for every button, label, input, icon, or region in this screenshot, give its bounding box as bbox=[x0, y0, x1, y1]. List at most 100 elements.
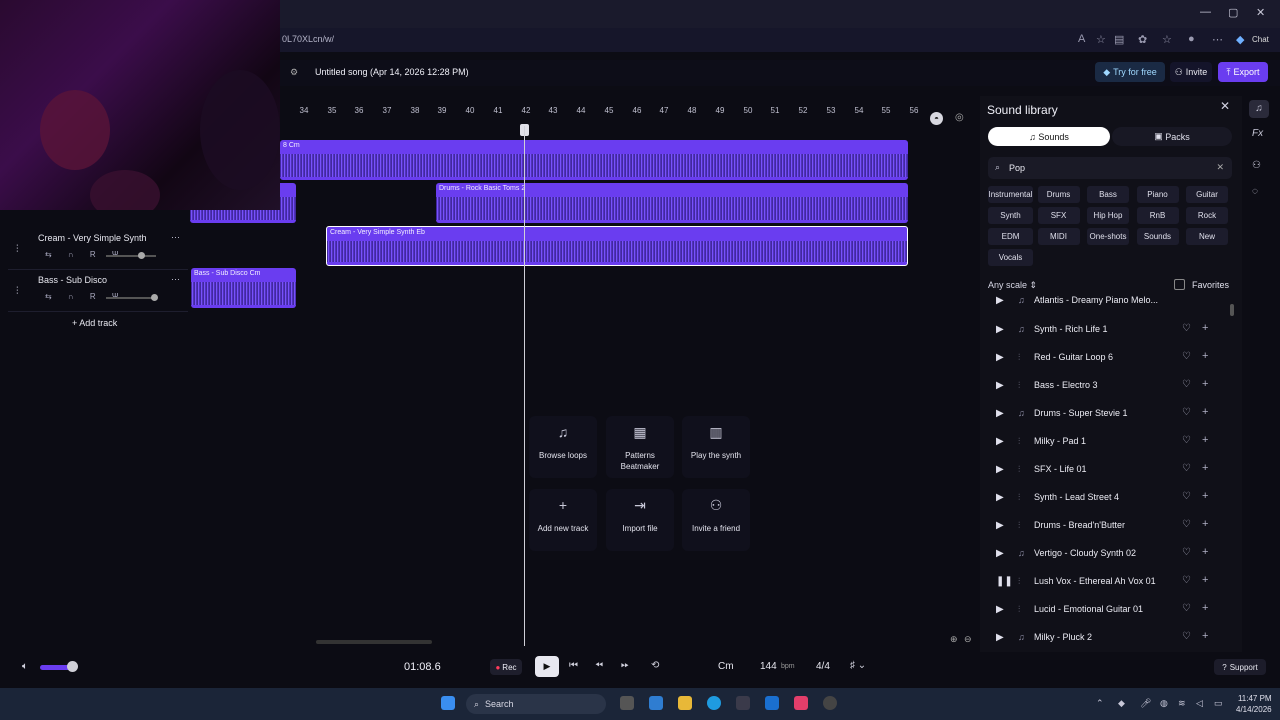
timeline-ruler[interactable]: 34 35 36 37 38 39 40 41 42 43 44 45 46 47 48 49 50 51 52 53… bbox=[280, 106, 970, 126]
tuner-icon[interactable]: ♯ ⌄ bbox=[850, 660, 866, 671]
list-item[interactable]: ▶ ♫ Atlantis - Dreamy Piano Melo... bbox=[988, 294, 1218, 308]
playhead[interactable] bbox=[524, 126, 525, 646]
taskbar-clock[interactable]: 11:47 PM 4/14/2026 bbox=[1236, 693, 1272, 715]
heart-icon[interactable]: ♡ bbox=[1182, 323, 1191, 334]
add-icon[interactable]: + bbox=[1202, 490, 1208, 502]
genre-chip[interactable]: Rock bbox=[1186, 207, 1228, 224]
add-icon[interactable]: + bbox=[1202, 574, 1208, 586]
start-menu-icon[interactable] bbox=[441, 696, 455, 710]
genre-chip[interactable]: Hip Hop bbox=[1087, 207, 1129, 224]
quick-action-add-new-track[interactable]: + Add new track bbox=[529, 489, 597, 551]
audio-clip[interactable]: 8 Cm bbox=[280, 140, 908, 180]
tab-sounds[interactable]: ♫ Sounds bbox=[988, 127, 1110, 146]
heart-icon[interactable]: ♡ bbox=[1182, 463, 1191, 474]
split-screen-icon[interactable]: ▤ bbox=[1114, 33, 1124, 46]
track-header[interactable]: ⫶ Cream - Very Simple Synth ⇆ ∩ R Ψ ⋯ bbox=[8, 230, 188, 270]
key-display[interactable]: Cm bbox=[718, 661, 734, 672]
add-icon[interactable]: + bbox=[1202, 406, 1208, 418]
play-icon[interactable]: ▶ bbox=[996, 324, 1004, 335]
favorite-star-icon[interactable]: ☆ bbox=[1096, 33, 1106, 46]
add-icon[interactable]: + bbox=[1202, 546, 1208, 558]
list-item[interactable]: ❚❚ ⫶ Lush Vox - Ethereal Ah Vox 01 ♡ + bbox=[988, 568, 1218, 596]
battery-icon[interactable]: ▭ bbox=[1214, 698, 1223, 709]
genre-chip[interactable]: Synth bbox=[988, 207, 1033, 224]
clear-search-icon[interactable]: ✕ bbox=[1216, 162, 1224, 173]
add-icon[interactable]: + bbox=[1202, 462, 1208, 474]
bpm-value[interactable]: 144 bbox=[760, 661, 777, 672]
add-icon[interactable]: + bbox=[1202, 602, 1208, 614]
chat-icon[interactable]: ◌ bbox=[1252, 186, 1258, 197]
list-item[interactable]: ▶ ♫ Milky - Pluck 2 ♡ + bbox=[988, 624, 1218, 652]
fast-forward-icon[interactable]: ⏩︎ bbox=[621, 660, 629, 671]
try-for-free-button[interactable]: ◆ Try for free bbox=[1095, 62, 1165, 82]
track-name[interactable]: Cream - Very Simple Synth bbox=[38, 233, 147, 243]
collaborators-icon[interactable]: ⚇ bbox=[1252, 160, 1261, 171]
heart-icon[interactable]: ♡ bbox=[1182, 575, 1191, 586]
list-item[interactable]: ▶ ⫶ Milky - Pad 1 ♡ + bbox=[988, 428, 1218, 456]
add-icon[interactable]: + bbox=[1202, 378, 1208, 390]
add-icon[interactable]: + bbox=[1202, 518, 1208, 530]
track-volume-slider[interactable] bbox=[106, 294, 158, 301]
add-icon[interactable]: + bbox=[1202, 434, 1208, 446]
genre-chip[interactable]: EDM bbox=[988, 228, 1033, 245]
wifi-icon[interactable]: ≋ bbox=[1178, 698, 1186, 709]
task-view-icon[interactable] bbox=[620, 696, 634, 710]
pause-icon[interactable]: ❚❚ bbox=[996, 576, 1013, 587]
support-button[interactable]: ? Support bbox=[1214, 659, 1266, 675]
heart-icon[interactable]: ♡ bbox=[1182, 407, 1191, 418]
quick-action-browse-loops[interactable]: ♫ Browse loops bbox=[529, 416, 597, 478]
play-icon[interactable]: ▶ bbox=[996, 632, 1004, 643]
play-icon[interactable]: ▶ bbox=[996, 492, 1004, 503]
microphone-icon[interactable]: 🎤︎ bbox=[1140, 698, 1151, 709]
genre-chip[interactable]: Piano bbox=[1136, 186, 1179, 203]
skip-to-start-icon[interactable]: ⏮︎ bbox=[569, 660, 578, 671]
export-button[interactable]: ⤒ Export bbox=[1218, 62, 1268, 82]
list-item[interactable]: ▶ ♫ Vertigo - Cloudy Synth 02 ♡ + bbox=[988, 540, 1218, 568]
horizontal-scrollbar[interactable] bbox=[316, 640, 432, 644]
genre-chip[interactable]: Drums bbox=[1037, 186, 1080, 203]
genre-chip[interactable]: RnB bbox=[1136, 207, 1179, 224]
quick-action-patterns-beatmaker[interactable]: ▦ Patterns Beatmaker bbox=[606, 416, 674, 478]
heart-icon[interactable]: ♡ bbox=[1182, 379, 1191, 390]
genre-chip[interactable]: Bass bbox=[1087, 186, 1129, 203]
tab-packs[interactable]: ▣ Packs bbox=[1112, 127, 1232, 146]
library-search-input[interactable]: ⌕ Pop ✕ bbox=[988, 157, 1232, 179]
track-volume-knob[interactable] bbox=[138, 252, 145, 259]
heart-icon[interactable]: ♡ bbox=[1182, 603, 1191, 614]
play-icon[interactable]: ▶ bbox=[996, 408, 1004, 419]
genre-chip[interactable]: Guitar bbox=[1186, 186, 1228, 203]
volume-icon[interactable]: 🔈︎ bbox=[22, 661, 28, 672]
zoom-out-icon[interactable]: ⊖ bbox=[964, 634, 972, 645]
chrome-icon[interactable] bbox=[823, 696, 837, 710]
copilot-icon[interactable]: ◆ bbox=[1236, 33, 1244, 46]
list-item[interactable]: ▶ ⫶ SFX - Life 01 ♡ + bbox=[988, 456, 1218, 484]
genre-chip[interactable]: MIDI bbox=[1037, 228, 1080, 245]
extensions-icon[interactable]: ✿ bbox=[1138, 33, 1147, 46]
file-explorer-icon[interactable] bbox=[678, 696, 692, 710]
fx-icon[interactable]: Fx bbox=[1252, 128, 1263, 139]
profile-avatar[interactable]: ● bbox=[1188, 33, 1195, 45]
tray-chevron-icon[interactable]: ⌃ bbox=[1096, 698, 1104, 709]
genre-chip[interactable]: Instrumental bbox=[988, 186, 1033, 203]
close-window-button[interactable]: ✕ bbox=[1256, 6, 1265, 19]
heart-icon[interactable]: ♡ bbox=[1182, 351, 1191, 362]
list-item[interactable]: ▶ ♫ Drums - Super Stevie 1 ♡ + bbox=[988, 400, 1218, 428]
genre-chip[interactable]: SFX bbox=[1037, 207, 1080, 224]
play-icon[interactable]: ▶ bbox=[996, 295, 1004, 306]
scale-select[interactable]: Any scale ⇕ bbox=[988, 280, 1037, 291]
song-settings-icon[interactable]: ⚙ bbox=[290, 67, 298, 78]
track-volume-slider[interactable] bbox=[106, 252, 156, 259]
play-button[interactable]: ▶ bbox=[535, 656, 559, 677]
genre-chip[interactable]: Sounds bbox=[1136, 228, 1179, 245]
list-item[interactable]: ▶ ⫶ Lucid - Emotional Guitar 01 ♡ + bbox=[988, 596, 1218, 624]
play-icon[interactable]: ▶ bbox=[996, 436, 1004, 447]
zoom-in-icon[interactable]: ⊕ bbox=[950, 634, 958, 645]
track-menu-icon[interactable]: ⋯ bbox=[171, 274, 180, 285]
track-name[interactable]: Bass - Sub Disco bbox=[38, 275, 107, 285]
outlook-icon[interactable] bbox=[765, 696, 779, 710]
copilot-app-icon[interactable] bbox=[649, 696, 663, 710]
genre-chip[interactable]: Vocals bbox=[988, 249, 1033, 266]
list-item[interactable]: ▶ ⫶ Bass - Electro 3 ♡ + bbox=[988, 372, 1218, 400]
read-aloud-icon[interactable]: A bbox=[1078, 33, 1085, 45]
heart-icon[interactable]: ♡ bbox=[1182, 519, 1191, 530]
